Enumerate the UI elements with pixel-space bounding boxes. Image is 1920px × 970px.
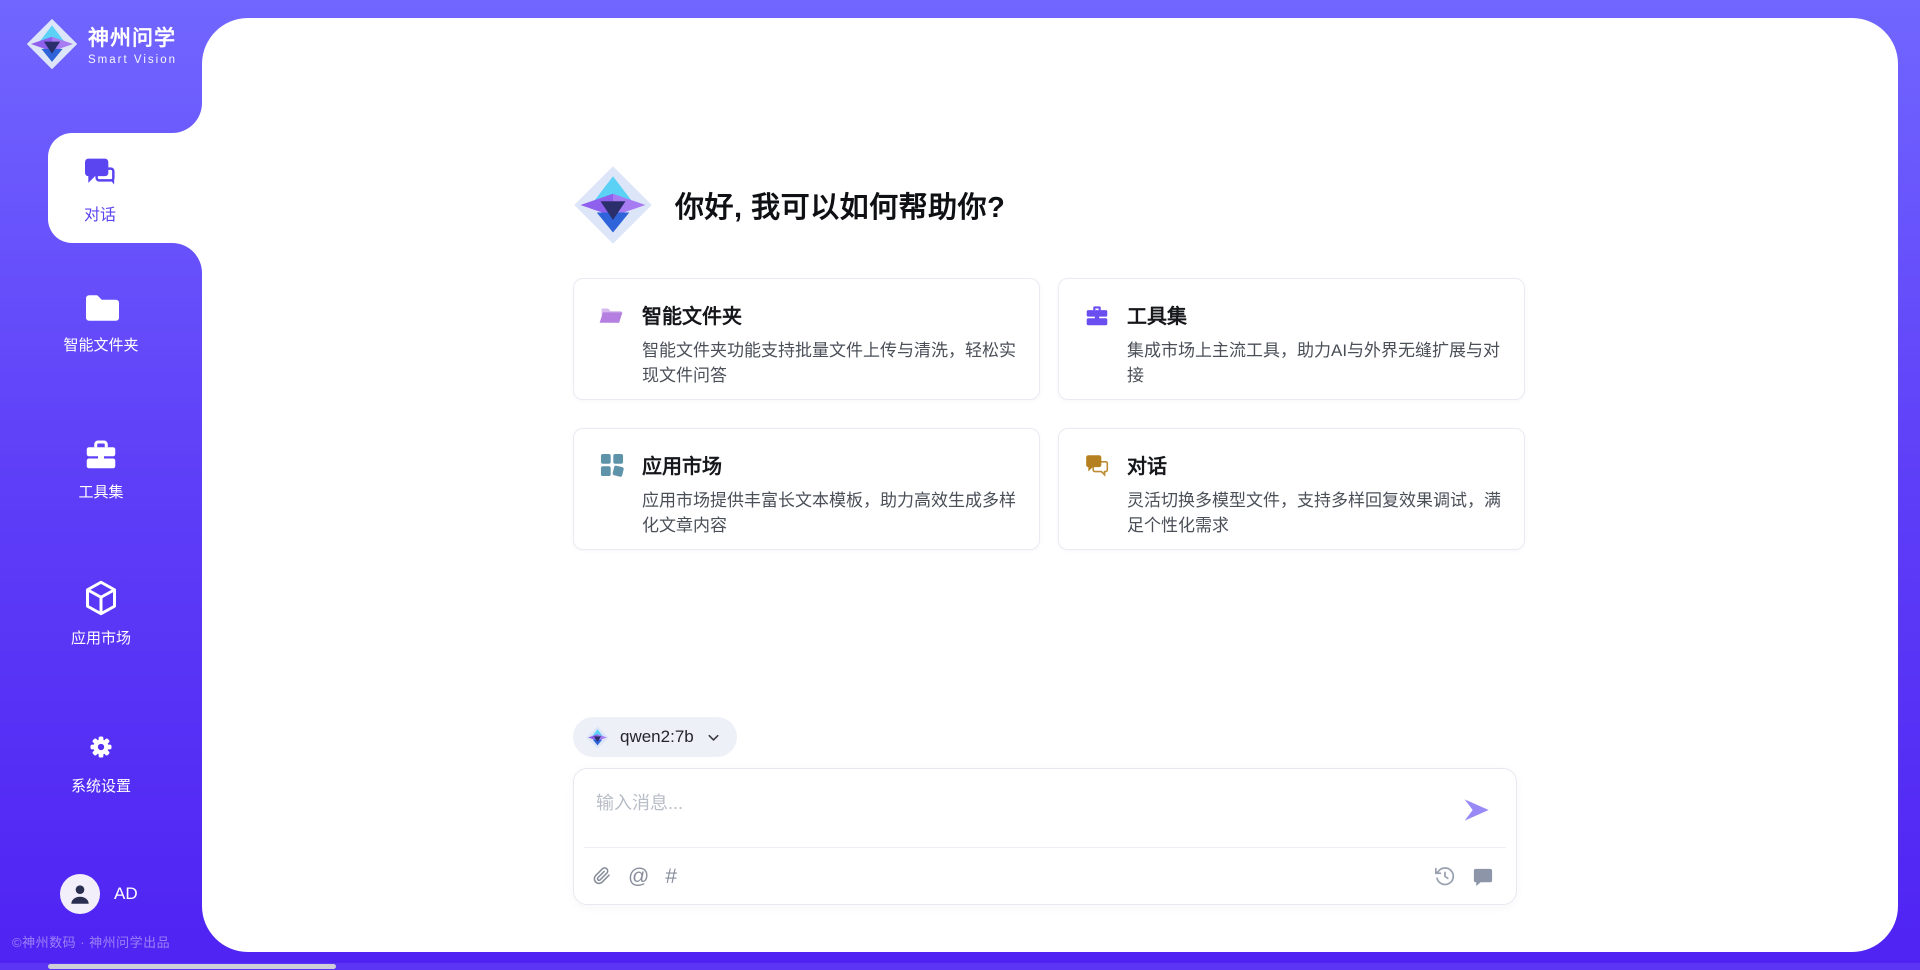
sidebar-item-app-market[interactable]: 应用市场 xyxy=(0,579,202,648)
card-body: 应用市场 应用市场提供丰富长文本模板，助力高效生成多样化文章内容 xyxy=(642,450,1021,549)
assistant-logo-icon xyxy=(573,165,653,245)
tiles-grid-icon xyxy=(599,452,625,478)
composer: @ # xyxy=(573,768,1517,905)
greeting-header: 你好, 我可以如何帮助你? xyxy=(573,165,1005,245)
card-title: 工具集 xyxy=(1127,300,1506,329)
tab-fillet-top xyxy=(172,103,202,133)
chat-bubbles-icon xyxy=(80,152,120,192)
greeting-text: 你好, 我可以如何帮助你? xyxy=(675,184,1005,226)
model-name: qwen2:7b xyxy=(620,727,694,747)
brand-text: 神州问学 Smart Vision xyxy=(88,22,177,66)
sidebar-item-label: 智能文件夹 xyxy=(63,334,138,355)
feature-card-toolkit[interactable]: 工具集 集成市场上主流工具，助力AI与外界无缝扩展与对接 xyxy=(1058,278,1525,400)
copyright-text: ©神州数码 · 神州问学出品 xyxy=(12,932,170,951)
brand-subtitle: Smart Vision xyxy=(88,54,177,66)
person-icon xyxy=(67,881,93,907)
card-title: 对话 xyxy=(1127,450,1506,479)
tab-content: 对话 xyxy=(48,133,152,243)
brand: 神州问学 Smart Vision xyxy=(26,18,177,70)
horizontal-scrollbar[interactable] xyxy=(0,963,1920,970)
card-body: 智能文件夹 智能文件夹功能支持批量文件上传与清洗，轻松实现文件问答 xyxy=(642,300,1021,399)
card-body: 对话 灵活切换多模型文件，支持多样回复效果调试，满足个性化需求 xyxy=(1127,450,1506,549)
feature-card-smart-folders[interactable]: 智能文件夹 智能文件夹功能支持批量文件上传与清洗，轻松实现文件问答 xyxy=(573,278,1040,400)
attachment-icon[interactable] xyxy=(592,865,612,887)
card-title: 应用市场 xyxy=(642,450,1021,479)
folder-icon xyxy=(83,292,119,324)
card-description: 集成市场上主流工具，助力AI与外界无缝扩展与对接 xyxy=(1127,338,1506,388)
sidebar-item-label: 系统设置 xyxy=(71,775,131,796)
user-name: AD xyxy=(114,884,138,904)
history-icon[interactable] xyxy=(1434,865,1456,887)
model-logo-icon xyxy=(586,726,609,749)
cube-icon xyxy=(83,579,119,617)
model-selector[interactable]: qwen2:7b xyxy=(573,717,737,757)
sidebar-item-toolkit[interactable]: 工具集 xyxy=(0,437,202,502)
main-panel: 你好, 我可以如何帮助你? 智能文件夹 智能文件夹功能支持批量文件上传与清洗，轻… xyxy=(202,18,1898,952)
card-description: 智能文件夹功能支持批量文件上传与清洗，轻松实现文件问答 xyxy=(642,338,1021,388)
brand-logo-icon xyxy=(26,18,78,70)
brand-name: 神州问学 xyxy=(88,22,177,52)
user-profile[interactable]: AD xyxy=(60,874,138,914)
send-icon xyxy=(1460,794,1492,826)
briefcase-icon xyxy=(1084,302,1110,328)
sidebar-item-label: 应用市场 xyxy=(71,627,131,648)
mention-icon[interactable]: @ xyxy=(628,866,649,887)
sidebar-item-smart-folders[interactable]: 智能文件夹 xyxy=(0,292,202,355)
scrollbar-thumb[interactable] xyxy=(48,964,336,969)
chat-bubbles-icon xyxy=(1084,452,1110,478)
feature-cards: 智能文件夹 智能文件夹功能支持批量文件上传与清洗，轻松实现文件问答 工具集 集成… xyxy=(573,278,1525,550)
chat-square-icon[interactable] xyxy=(1471,865,1494,888)
card-title: 智能文件夹 xyxy=(642,300,1021,329)
avatar xyxy=(60,874,100,914)
folder-open-icon xyxy=(599,302,625,328)
tab-fillet-bottom xyxy=(172,243,202,273)
composer-toolbar: @ # xyxy=(592,848,1494,904)
feature-card-app-market[interactable]: 应用市场 应用市场提供丰富长文本模板，助力高效生成多样化文章内容 xyxy=(573,428,1040,550)
sidebar-item-label: 工具集 xyxy=(78,481,123,502)
card-body: 工具集 集成市场上主流工具，助力AI与外界无缝扩展与对接 xyxy=(1127,300,1506,399)
card-description: 灵活切换多模型文件，支持多样回复效果调试，满足个性化需求 xyxy=(1127,488,1506,538)
feature-card-chat[interactable]: 对话 灵活切换多模型文件，支持多样回复效果调试，满足个性化需求 xyxy=(1058,428,1525,550)
sidebar-item-chat-active[interactable]: 对话 xyxy=(48,133,202,243)
toolbar-right xyxy=(1434,865,1494,888)
card-description: 应用市场提供丰富长文本模板，助力高效生成多样化文章内容 xyxy=(642,488,1021,538)
sidebar-item-settings[interactable]: 系统设置 xyxy=(0,729,202,796)
gear-icon xyxy=(83,729,119,765)
send-button[interactable] xyxy=(1460,792,1496,828)
topic-hash-icon[interactable]: # xyxy=(665,866,677,887)
briefcase-icon xyxy=(83,437,119,471)
chevron-down-icon xyxy=(705,729,722,746)
message-input[interactable] xyxy=(594,785,1444,821)
toolbar-left: @ # xyxy=(592,865,677,887)
sidebar-item-label: 对话 xyxy=(84,201,116,225)
